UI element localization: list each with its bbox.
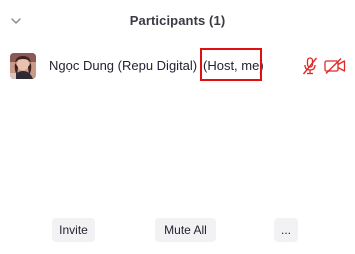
avatar	[10, 53, 36, 79]
more-options-button[interactable]: ...	[274, 218, 298, 242]
highlight-box	[200, 48, 262, 81]
panel-header: Participants (1)	[0, 0, 355, 42]
participant-name: Ngọc Dung (Repu Digital)	[49, 58, 198, 73]
mute-all-button[interactable]: Mute All	[155, 218, 216, 242]
participant-row[interactable]: Ngọc Dung (Repu Digital) (Host, me)	[0, 48, 355, 84]
invite-button[interactable]: Invite	[52, 218, 95, 242]
video-off-icon[interactable]	[324, 58, 346, 74]
panel-footer: Invite Mute All ...	[0, 218, 355, 244]
microphone-muted-icon[interactable]	[302, 57, 318, 75]
panel-title: Participants (1)	[129, 13, 226, 28]
